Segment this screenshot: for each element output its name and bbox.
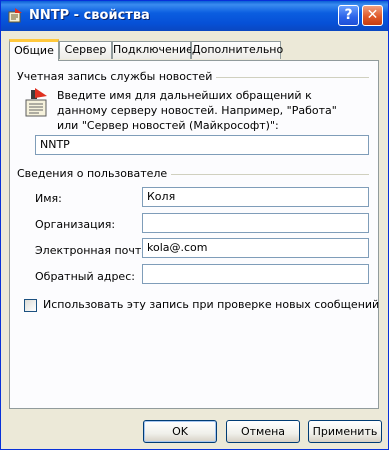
name-input[interactable]: Коля [142, 187, 369, 207]
cancel-button[interactable]: Отмена [226, 420, 300, 443]
news-server-icon [23, 88, 51, 120]
account-description: Введите имя для дальнейших обращений к д… [57, 89, 337, 132]
user-group-title: Сведения о пользователе [17, 167, 172, 180]
name-label: Имя: [35, 192, 62, 205]
tab-connection[interactable]: Подключение [112, 41, 193, 59]
check-new-messages-checkbox[interactable] [24, 299, 37, 312]
account-group-title: Учетная запись службы новостей [17, 70, 217, 83]
ok-button[interactable]: OK [143, 420, 217, 443]
organization-label: Организация: [35, 218, 116, 231]
check-new-messages-label[interactable]: Использовать эту запись при проверке нов… [43, 298, 379, 311]
account-name-input[interactable]: NNTP [35, 135, 369, 155]
title-bar[interactable]: NNTP - свойства ? ✕ [1, 1, 388, 31]
reply-address-input[interactable] [142, 264, 369, 284]
window-title: NNTP - свойства [29, 8, 150, 23]
help-button[interactable]: ? [338, 5, 359, 26]
apply-button[interactable]: Применить [308, 420, 382, 443]
properties-dialog: NNTP - свойства ? ✕ Общие Сервер Подключ… [0, 0, 389, 450]
organization-input[interactable] [142, 213, 369, 233]
reply-address-label: Обратный адрес: [35, 270, 135, 283]
tab-advanced[interactable]: Дополнительно [191, 41, 283, 59]
close-button[interactable]: ✕ [362, 5, 383, 26]
tab-general[interactable]: Общие [9, 39, 59, 61]
email-input[interactable]: kola@.com [142, 238, 369, 258]
tab-server[interactable]: Сервер [59, 41, 112, 59]
email-label: Электронная почта: [35, 244, 152, 257]
tab-strip: Общие Сервер Подключение Дополнительно [9, 39, 379, 61]
news-account-icon [7, 7, 25, 25]
